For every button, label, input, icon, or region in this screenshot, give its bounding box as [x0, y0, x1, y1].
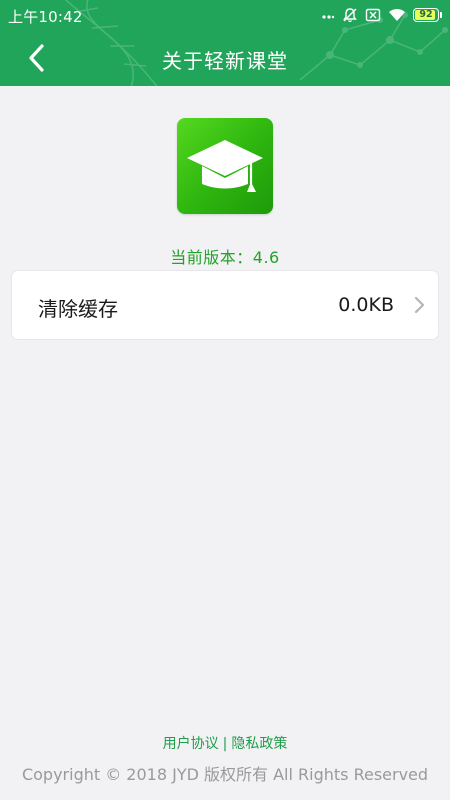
status-time: 上午10:42: [8, 8, 83, 26]
battery-level: 92: [419, 9, 433, 21]
about-screen: 上午10:42 92 关于轻新课堂 当前版本：4.6 清除缓存 0.0KB 用户…: [0, 0, 450, 800]
version-text: 当前版本：4.6: [0, 244, 450, 268]
page-title: 关于轻新课堂: [162, 49, 288, 73]
status-icons: 92: [321, 6, 442, 24]
mute-icon: [343, 8, 357, 23]
chevron-right-icon: [414, 296, 425, 314]
version-number: 4.6: [252, 248, 280, 267]
sim-off-icon: [365, 8, 381, 22]
cache-size-value: 0.0KB: [338, 294, 394, 316]
wifi-icon: [389, 8, 405, 21]
dots-icon: [322, 15, 335, 19]
user-agreement-link[interactable]: 用户协议: [163, 736, 219, 752]
battery-tip: [440, 12, 442, 18]
version-label: 当前版本：: [170, 248, 253, 267]
battery-icon: 92: [413, 8, 439, 22]
title-bar: 关于轻新课堂: [0, 30, 450, 86]
app-logo: [177, 118, 273, 214]
header: 上午10:42 92 关于轻新课堂: [0, 0, 450, 86]
status-bar: 上午10:42 92: [0, 0, 450, 30]
clear-cache-label: 清除缓存: [38, 297, 118, 321]
graduation-cap-icon: [187, 140, 263, 192]
copyright-text: Copyright © 2018 JYD 版权所有 All Rights Res…: [21, 765, 429, 784]
footer-separator: |: [222, 736, 228, 752]
footer-links: 用户协议 | 隐私政策: [0, 733, 450, 753]
privacy-policy-link[interactable]: 隐私政策: [231, 736, 287, 752]
clear-cache-row[interactable]: 清除缓存 0.0KB: [12, 271, 438, 339]
